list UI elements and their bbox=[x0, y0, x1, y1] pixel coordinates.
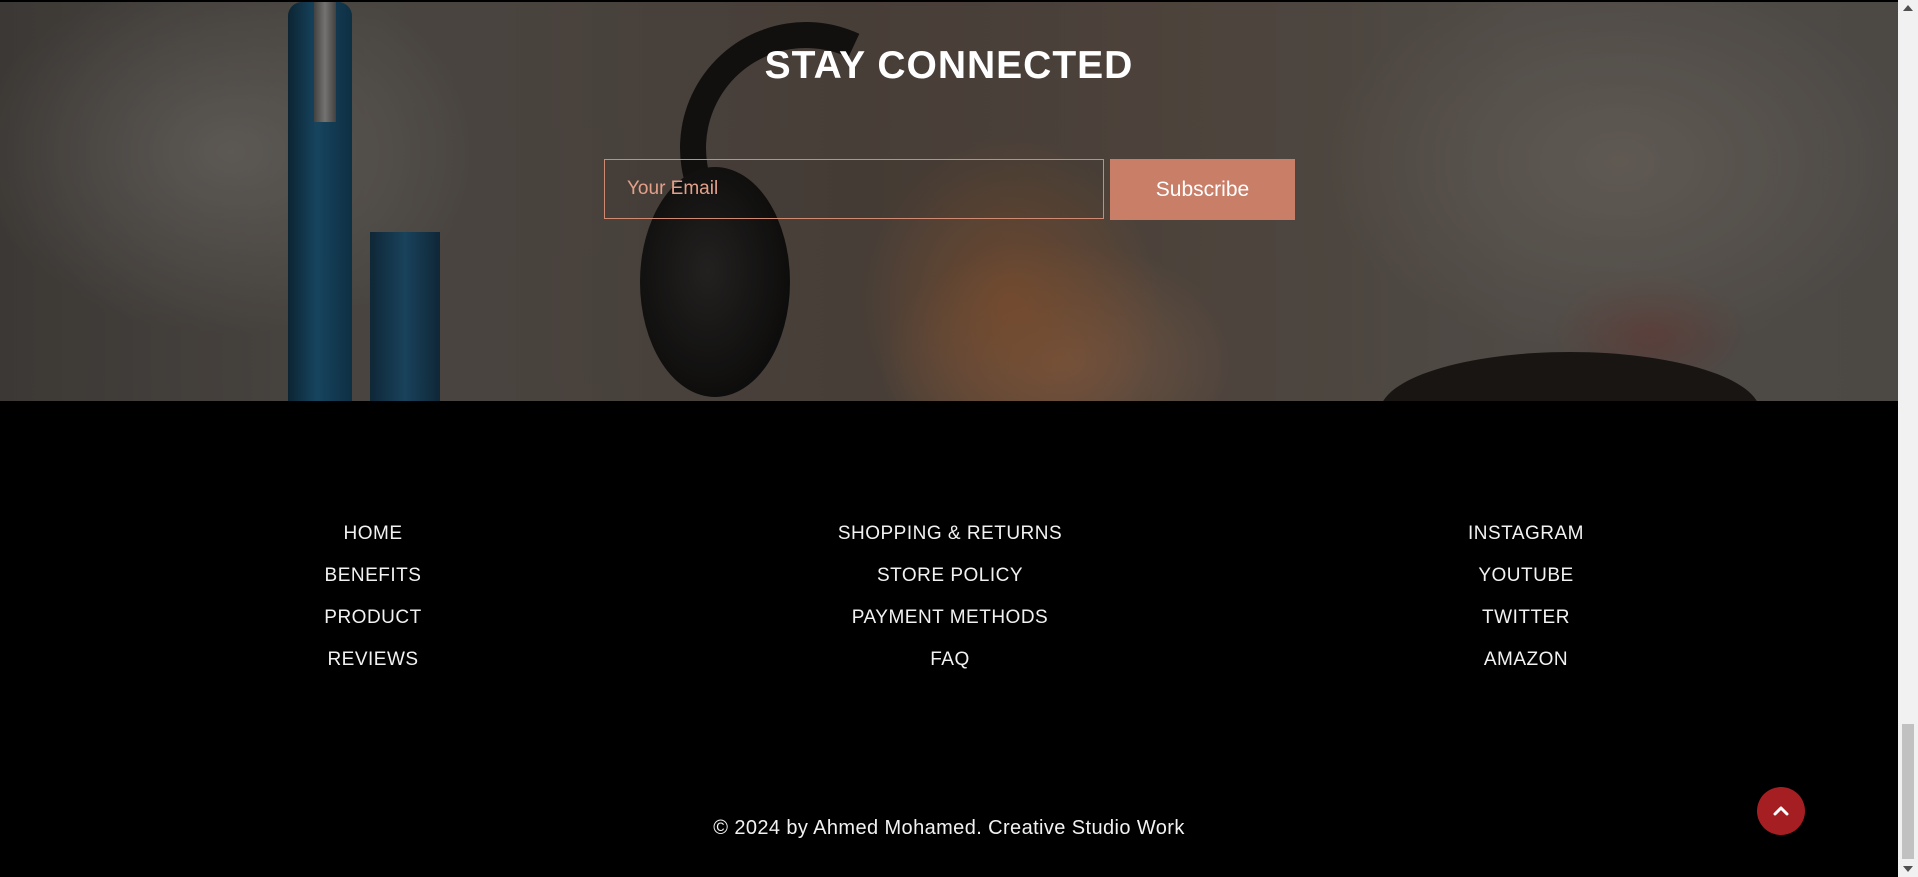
footer-link-shopping-returns[interactable]: SHOPPING & RETURNS bbox=[750, 513, 1150, 555]
copyright-text: © 2024 by Ahmed Mohamed. Creative Studio… bbox=[713, 817, 1185, 839]
footer-nav-main: HOME BENEFITS PRODUCT REVIEWS bbox=[173, 513, 573, 681]
chevron-up-icon bbox=[1771, 801, 1791, 821]
subscribe-button[interactable]: Subscribe bbox=[1110, 159, 1295, 220]
scrollbar-thumb[interactable] bbox=[1902, 724, 1914, 859]
vertical-scrollbar[interactable] bbox=[1898, 0, 1918, 877]
site-footer: HOME BENEFITS PRODUCT REVIEWS SHOPPING &… bbox=[0, 401, 1898, 877]
newsletter-title: STAY CONNECTED bbox=[764, 44, 1134, 87]
footer-link-twitter[interactable]: TWITTER bbox=[1326, 597, 1726, 639]
footer-link-payment-methods[interactable]: PAYMENT METHODS bbox=[750, 597, 1150, 639]
newsletter-section: STAY CONNECTED Subscribe bbox=[0, 2, 1898, 401]
footer-link-reviews[interactable]: REVIEWS bbox=[173, 639, 573, 681]
footer-link-amazon[interactable]: AMAZON bbox=[1326, 639, 1726, 681]
footer-link-store-policy[interactable]: STORE POLICY bbox=[750, 555, 1150, 597]
scroll-up-arrow-icon[interactable] bbox=[1898, 0, 1918, 16]
footer-link-instagram[interactable]: INSTAGRAM bbox=[1326, 513, 1726, 555]
footer-link-benefits[interactable]: BENEFITS bbox=[173, 555, 573, 597]
page: STAY CONNECTED Subscribe HOME BENEFITS P… bbox=[0, 0, 1898, 877]
footer-link-product[interactable]: PRODUCT bbox=[173, 597, 573, 639]
email-input[interactable] bbox=[604, 159, 1104, 219]
back-to-top-button[interactable] bbox=[1757, 787, 1805, 835]
footer-link-youtube[interactable]: YOUTUBE bbox=[1326, 555, 1726, 597]
scroll-down-arrow-icon[interactable] bbox=[1898, 861, 1918, 877]
footer-link-home[interactable]: HOME bbox=[173, 513, 573, 555]
footer-nav-info: SHOPPING & RETURNS STORE POLICY PAYMENT … bbox=[750, 513, 1150, 681]
footer-link-faq[interactable]: FAQ bbox=[750, 639, 1150, 681]
footer-nav-social: INSTAGRAM YOUTUBE TWITTER AMAZON bbox=[1326, 513, 1726, 681]
